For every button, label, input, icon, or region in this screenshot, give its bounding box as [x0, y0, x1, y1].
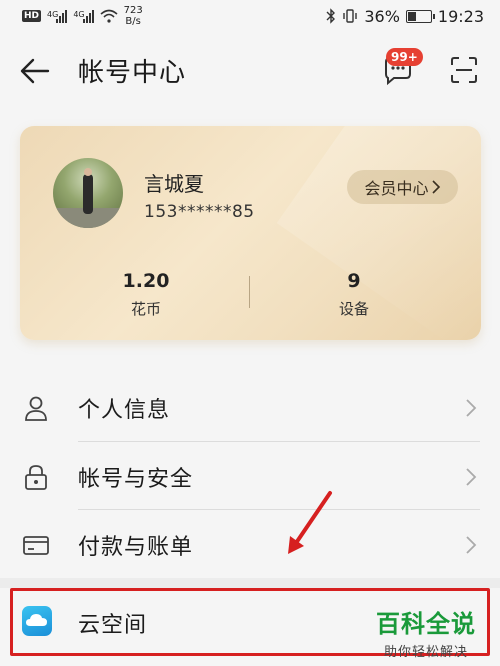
signal-icon: 4G	[47, 9, 68, 23]
clock: 19:23	[437, 6, 484, 26]
battery-percent: 36%	[364, 6, 400, 26]
lock-icon	[25, 464, 47, 490]
vip-center-label: 会员中心	[364, 179, 429, 198]
menu-label-cloud-space: 云空间	[78, 613, 148, 638]
person-icon	[25, 396, 47, 421]
speed-value: 723	[123, 5, 143, 16]
menu-item-payment-billing[interactable]: 付款与账单	[0, 511, 500, 578]
coins-stat[interactable]: 1.20 花币	[86, 270, 206, 319]
back-arrow-icon[interactable]	[18, 56, 52, 86]
menu-item-personal-info[interactable]: 个人信息	[0, 374, 500, 441]
account-card[interactable]: 言城夏 153******85 会员中心 1.20 花币 9 设备	[20, 126, 481, 340]
card-icon	[23, 535, 49, 555]
coins-label: 花币	[130, 300, 161, 318]
menu-label-payment-billing: 付款与账单	[78, 534, 194, 560]
menu-label-account-security: 帐号与安全	[78, 466, 194, 492]
watermark-subtitle: 助你轻松解决	[383, 645, 468, 660]
speed-unit: B/s	[125, 16, 141, 27]
stat-divider	[249, 276, 250, 308]
chevron-right-icon	[431, 180, 440, 194]
divider	[78, 441, 480, 442]
status-left: HD 4G 4G 723 B/s	[22, 5, 143, 27]
vip-center-button[interactable]: 会员中心	[347, 170, 458, 204]
cloud-icon	[22, 606, 52, 636]
menu-label-personal-info: 个人信息	[78, 397, 171, 423]
hd-badge: HD	[22, 10, 42, 22]
watermark: 百科全说 助你轻松解决	[376, 604, 476, 660]
scan-icon[interactable]	[450, 56, 478, 84]
avatar[interactable]	[53, 158, 123, 228]
wifi-icon	[100, 9, 118, 23]
bluetooth-icon	[326, 8, 336, 24]
devices-label: 设备	[338, 300, 369, 318]
network-speed: 723 B/s	[124, 5, 143, 27]
page-title: 帐号中心	[78, 58, 187, 88]
coins-value: 1.20	[122, 270, 170, 292]
devices-stat[interactable]: 9 设备	[294, 270, 414, 319]
divider	[78, 509, 480, 510]
watermark-title: 百科全说	[376, 610, 476, 638]
signal-label-2: 4G	[73, 9, 85, 19]
battery-icon	[405, 9, 435, 23]
message-badge: 99+	[386, 48, 423, 66]
user-name: 言城夏	[144, 172, 204, 196]
chevron-right-icon	[466, 535, 477, 554]
status-right: 36% 19:23	[326, 7, 484, 26]
menu-item-account-security[interactable]: 帐号与安全	[0, 443, 500, 510]
signal-icon-2: 4G	[73, 9, 94, 23]
section-gap	[0, 578, 500, 588]
signal-label: 4G	[47, 9, 59, 19]
annotation-arrow-icon	[288, 491, 332, 554]
user-phone: 153******85	[144, 202, 255, 222]
vibrate-icon	[343, 9, 358, 23]
devices-value: 9	[347, 270, 361, 292]
chevron-right-icon	[466, 467, 477, 486]
status-bar: HD 4G 4G 723 B/s 36% 19:23	[0, 0, 500, 32]
app-header: 帐号中心 99+	[0, 36, 500, 106]
chevron-right-icon	[466, 398, 477, 417]
